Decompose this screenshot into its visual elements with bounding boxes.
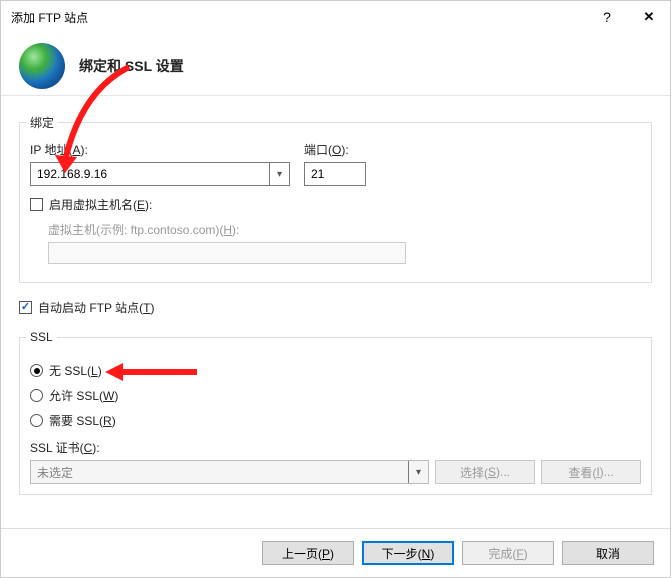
next-button[interactable]: 下一步(N) (362, 541, 454, 565)
vhost-example-label: 虚拟主机(示例: ftp.contoso.com)(H): (48, 221, 641, 238)
ip-combobox[interactable]: ▾ (30, 162, 290, 186)
finish-button: 完成(F) (462, 541, 554, 565)
content: 绑定 IP 地址(A): ▾ 端口(O): 启用虚拟主机名(E): (1, 96, 670, 495)
vhost-checkbox[interactable] (30, 198, 43, 211)
ssl-allow-radio[interactable] (30, 389, 43, 402)
autostart-checkbox[interactable] (19, 301, 32, 314)
help-icon[interactable]: ? (586, 1, 628, 33)
ssl-require-label: 需要 SSL(R) (49, 412, 116, 429)
ssl-none-radio[interactable] (30, 364, 43, 377)
titlebar: 添加 FTP 站点 ? ✕ (1, 1, 670, 33)
port-input[interactable] (304, 162, 366, 186)
dialog-add-ftp-site: 添加 FTP 站点 ? ✕ 绑定和 SSL 设置 绑定 IP 地址(A): ▾ … (0, 0, 671, 578)
autostart-label: 自动启动 FTP 站点(T) (38, 299, 154, 316)
legend-ssl: SSL (26, 330, 57, 344)
ssl-none-label: 无 SSL(L) (49, 362, 102, 379)
header: 绑定和 SSL 设置 (1, 33, 670, 95)
cert-view-button: 查看(I)... (541, 460, 641, 484)
page-title: 绑定和 SSL 设置 (79, 56, 184, 76)
legend-binding: 绑定 (26, 114, 58, 131)
ip-input[interactable] (31, 163, 269, 185)
chevron-down-icon[interactable]: ▾ (408, 461, 428, 483)
port-label: 端口(O): (304, 141, 366, 158)
ip-label: IP 地址(A): (30, 141, 290, 158)
titlebar-title: 添加 FTP 站点 (11, 9, 586, 26)
footer: 上一页(P) 下一步(N) 完成(F) 取消 (1, 529, 670, 577)
vhost-label: 启用虚拟主机名(E): (49, 196, 152, 213)
close-icon[interactable]: ✕ (628, 1, 670, 33)
globe-icon (19, 43, 65, 89)
cert-label: SSL 证书(C): (30, 441, 100, 455)
cert-value: 未选定 (31, 461, 408, 483)
cert-combobox[interactable]: 未选定 ▾ (30, 460, 429, 484)
vhost-input-disabled (48, 242, 406, 264)
fieldset-ssl: SSL 无 SSL(L) 允许 SSL(W) 需要 SSL(R) SSL 证书(… (19, 330, 652, 495)
ssl-require-radio[interactable] (30, 414, 43, 427)
ssl-allow-label: 允许 SSL(W) (49, 387, 118, 404)
cert-select-button: 选择(S)... (435, 460, 535, 484)
fieldset-binding: 绑定 IP 地址(A): ▾ 端口(O): 启用虚拟主机名(E): (19, 114, 652, 283)
cancel-button[interactable]: 取消 (562, 541, 654, 565)
chevron-down-icon[interactable]: ▾ (269, 163, 289, 185)
prev-button[interactable]: 上一页(P) (262, 541, 354, 565)
